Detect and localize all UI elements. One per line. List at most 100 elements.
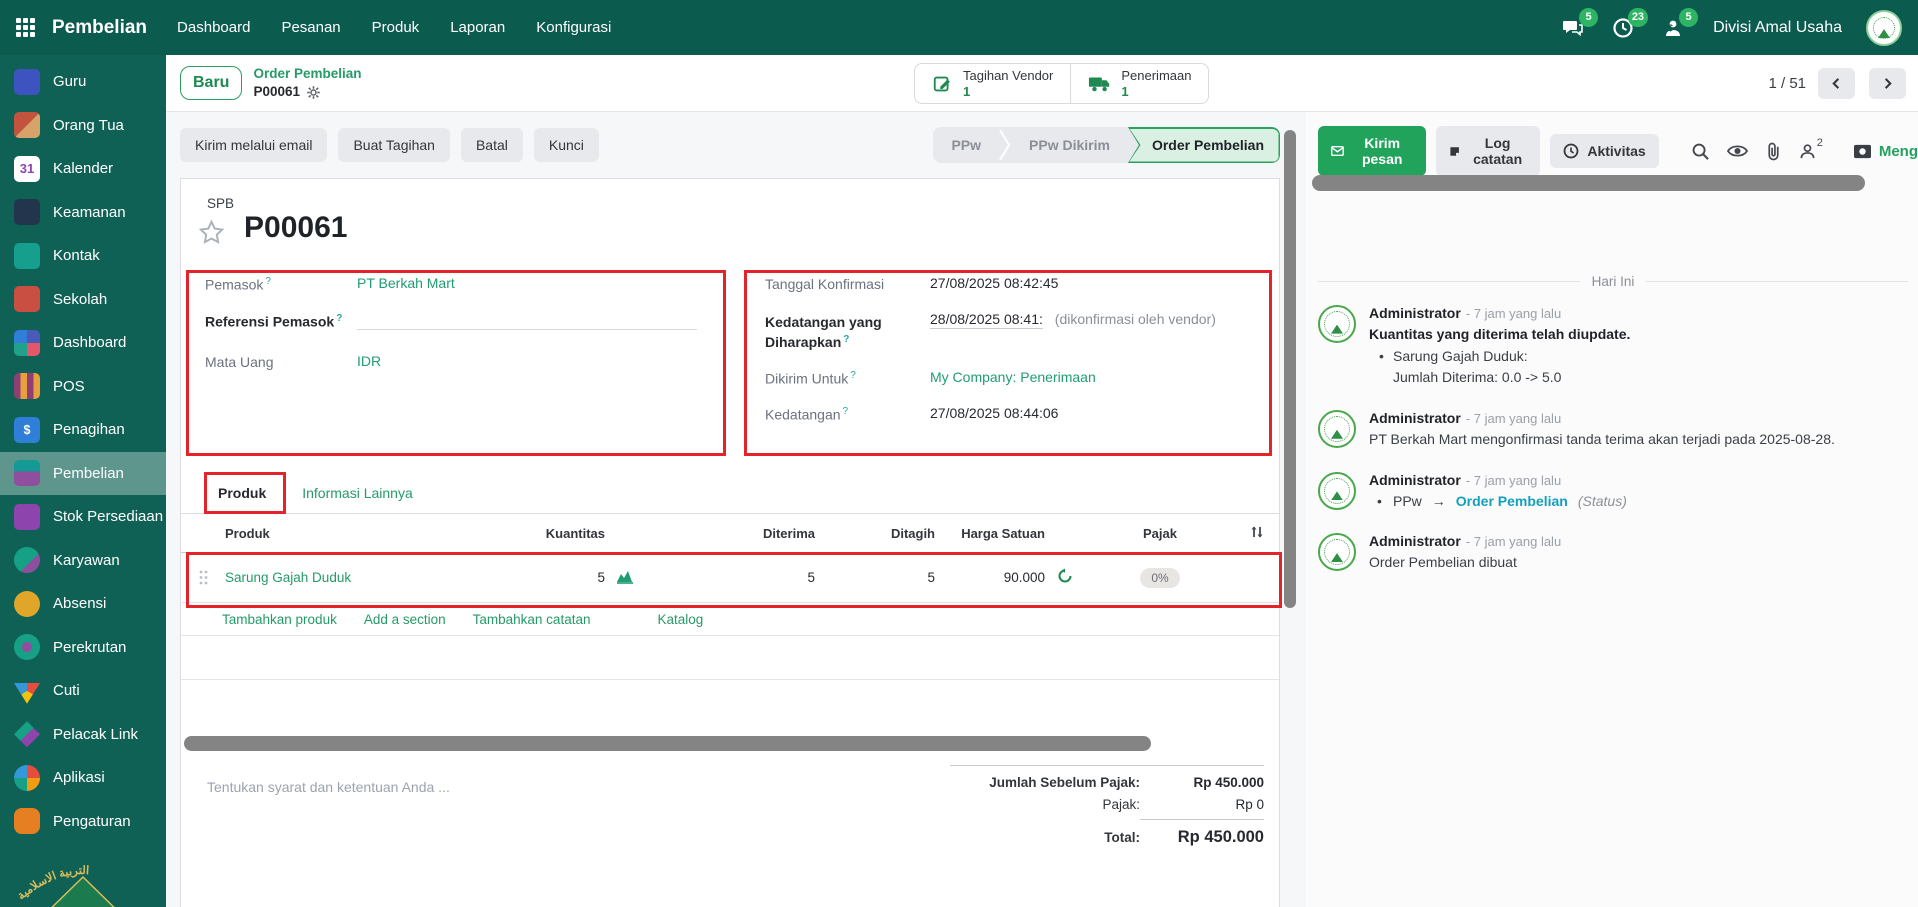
cell-pajak[interactable]: 0% <box>1085 568 1235 588</box>
referensi-pemasok-input[interactable] <box>357 312 697 330</box>
menu-produk[interactable]: Produk <box>372 19 420 36</box>
col-header-diterima[interactable]: Diterima <box>645 526 815 541</box>
status-step-ppw-dikirim[interactable]: PPw Dikirim <box>1011 127 1128 163</box>
send-by-email-button[interactable]: Kirim melalui email <box>180 128 327 162</box>
activity-button[interactable]: Aktivitas <box>1550 134 1658 168</box>
message[interactable]: Administrator- 7 jam yang lalu Kuantitas… <box>1318 305 1908 389</box>
dikirim-untuk-value[interactable]: My Company: Penerimaan <box>930 369 1096 385</box>
track-to-link[interactable]: Order Pembelian <box>1456 491 1568 513</box>
forecast-chart-icon[interactable] <box>605 569 645 587</box>
help-marker[interactable]: ? <box>843 406 849 417</box>
sidebar-item-kontak[interactable]: Kontak <box>0 234 166 278</box>
status-step-order-pembelian[interactable]: Order Pembelian <box>1128 127 1280 163</box>
follow-button[interactable]: Meng <box>1853 143 1918 160</box>
sidebar-item-perekrutan[interactable]: Perekrutan <box>0 626 166 670</box>
order-line-row[interactable]: Sarung Gajah Duduk 5 5 5 90.000 0% <box>181 553 1279 603</box>
help-marker[interactable]: ? <box>843 334 849 345</box>
search-message-icon[interactable] <box>1691 142 1710 161</box>
help-marker[interactable]: ? <box>850 370 856 381</box>
record-title[interactable]: P00061 <box>244 211 347 245</box>
chatter-scrollbar[interactable] <box>1312 175 1865 191</box>
tab-produk[interactable]: Produk <box>218 478 266 513</box>
tab-informasi-lainnya[interactable]: Informasi Lainnya <box>302 478 413 513</box>
sidebar-item-kalender[interactable]: 31Kalender <box>0 147 166 191</box>
menu-konfigurasi[interactable]: Konfigurasi <box>536 19 611 36</box>
menu-laporan[interactable]: Laporan <box>450 19 505 36</box>
create-bill-button[interactable]: Buat Tagihan <box>338 128 449 162</box>
catalog-link[interactable]: Katalog <box>657 612 703 627</box>
author-name[interactable]: Administrator <box>1369 410 1461 426</box>
tanggal-konfirmasi-value[interactable]: 27/08/2025 08:42:45 <box>930 275 1058 291</box>
kedatangan-value[interactable]: 27/08/2025 08:44:06 <box>930 405 1058 421</box>
vendor-bill-stat-button[interactable]: Tagihan Vendor1 <box>915 64 1070 103</box>
activities-clock-icon[interactable]: 23 <box>1611 16 1637 40</box>
col-header-harga-satuan[interactable]: Harga Satuan <box>935 526 1045 541</box>
col-header-produk[interactable]: Produk <box>225 526 485 541</box>
horizontal-scrollbar[interactable] <box>184 736 1151 751</box>
log-note-button[interactable]: Log catatan <box>1436 126 1541 176</box>
product-name-link[interactable]: Sarung Gajah Duduk <box>225 570 485 585</box>
sidebar-item-stok-persediaan[interactable]: Stok Persediaan <box>0 495 166 539</box>
author-name[interactable]: Administrator <box>1369 533 1461 549</box>
cancel-button[interactable]: Batal <box>461 128 523 162</box>
sidebar-item-cuti[interactable]: Cuti <box>0 669 166 713</box>
pager-next-button[interactable] <box>1869 68 1906 99</box>
cell-kuantitas[interactable]: 5 <box>485 570 605 585</box>
drag-handle-icon[interactable] <box>181 570 225 585</box>
requests-icon[interactable]: $ 5 <box>1661 16 1687 40</box>
message[interactable]: Administrator- 7 jam yang lalu PT Berkah… <box>1318 410 1908 451</box>
followers-icon[interactable]: 2 <box>1799 143 1822 160</box>
pager-previous-button[interactable] <box>1818 68 1855 99</box>
user-name[interactable]: Divisi Amal Usaha <box>1713 19 1842 37</box>
sidebar-item-aplikasi[interactable]: Aplikasi <box>0 756 166 800</box>
help-marker[interactable]: ? <box>336 313 342 324</box>
sidebar-item-karyawan[interactable]: Karyawan <box>0 539 166 583</box>
sidebar-item-penagihan[interactable]: $Penagihan <box>0 408 166 452</box>
sidebar-item-keamanan[interactable]: Keamanan <box>0 191 166 235</box>
menu-pesanan[interactable]: Pesanan <box>281 19 340 36</box>
col-header-pajak[interactable]: Pajak <box>1085 526 1235 541</box>
pemasok-value[interactable]: PT Berkah Mart <box>357 275 455 291</box>
vertical-scrollbar[interactable] <box>1284 130 1296 608</box>
receipt-stat-button[interactable]: Penerimaan1 <box>1070 64 1208 103</box>
breadcrumb-model[interactable]: Order Pembelian <box>253 65 361 83</box>
sidebar-item-pelacak-link[interactable]: Pelacak Link <box>0 713 166 757</box>
sidebar-item-orang-tua[interactable]: Orang Tua <box>0 104 166 148</box>
mata-uang-value[interactable]: IDR <box>357 353 381 369</box>
record-name[interactable]: P00061 <box>253 83 300 101</box>
messages-icon[interactable]: 5 <box>1561 16 1587 40</box>
sidebar-item-guru[interactable]: Guru <box>0 60 166 104</box>
sidebar-item-pos[interactable]: POS <box>0 365 166 409</box>
author-name[interactable]: Administrator <box>1369 472 1461 488</box>
send-message-button[interactable]: Kirim pesan <box>1318 126 1426 176</box>
sidebar-item-sekolah[interactable]: Sekolah <box>0 278 166 322</box>
kedatangan-diharapkan-input[interactable]: 28/08/2025 08:41: <box>930 311 1043 329</box>
status-step-ppw[interactable]: PPw <box>933 127 999 163</box>
column-options-icon[interactable] <box>1235 524 1279 543</box>
price-history-icon[interactable] <box>1045 568 1085 587</box>
sidebar-item-pembelian[interactable]: Pembelian <box>0 452 166 496</box>
help-marker[interactable]: ? <box>265 276 271 287</box>
sidebar-item-absensi[interactable]: Absensi <box>0 582 166 626</box>
app-name[interactable]: Pembelian <box>52 17 147 39</box>
cell-harga-satuan[interactable]: 90.000 <box>935 570 1045 585</box>
col-header-kuantitas[interactable]: Kuantitas <box>485 526 605 541</box>
add-note-link[interactable]: Tambahkan catatan <box>473 612 591 627</box>
user-avatar[interactable] <box>1866 10 1902 46</box>
lock-button[interactable]: Kunci <box>534 128 599 162</box>
col-header-ditagih[interactable]: Ditagih <box>815 526 935 541</box>
apps-grid-icon[interactable] <box>16 18 35 37</box>
favorite-star-icon[interactable] <box>198 219 225 246</box>
attachment-paperclip-icon[interactable] <box>1765 142 1782 161</box>
author-name[interactable]: Administrator <box>1369 305 1461 321</box>
message[interactable]: Administrator- 7 jam yang lalu PPw → Ord… <box>1318 472 1908 513</box>
add-section-link[interactable]: Add a section <box>364 612 446 627</box>
gear-icon[interactable] <box>306 85 321 100</box>
sidebar-item-dashboard[interactable]: Dashboard <box>0 321 166 365</box>
add-product-link[interactable]: Tambahkan produk <box>222 612 337 627</box>
cell-diterima[interactable]: 5 <box>645 570 815 585</box>
cell-ditagih[interactable]: 5 <box>815 570 935 585</box>
watch-eye-icon[interactable] <box>1727 143 1748 159</box>
message[interactable]: Administrator- 7 jam yang lalu Order Pem… <box>1318 533 1908 574</box>
menu-dashboard[interactable]: Dashboard <box>177 19 250 36</box>
